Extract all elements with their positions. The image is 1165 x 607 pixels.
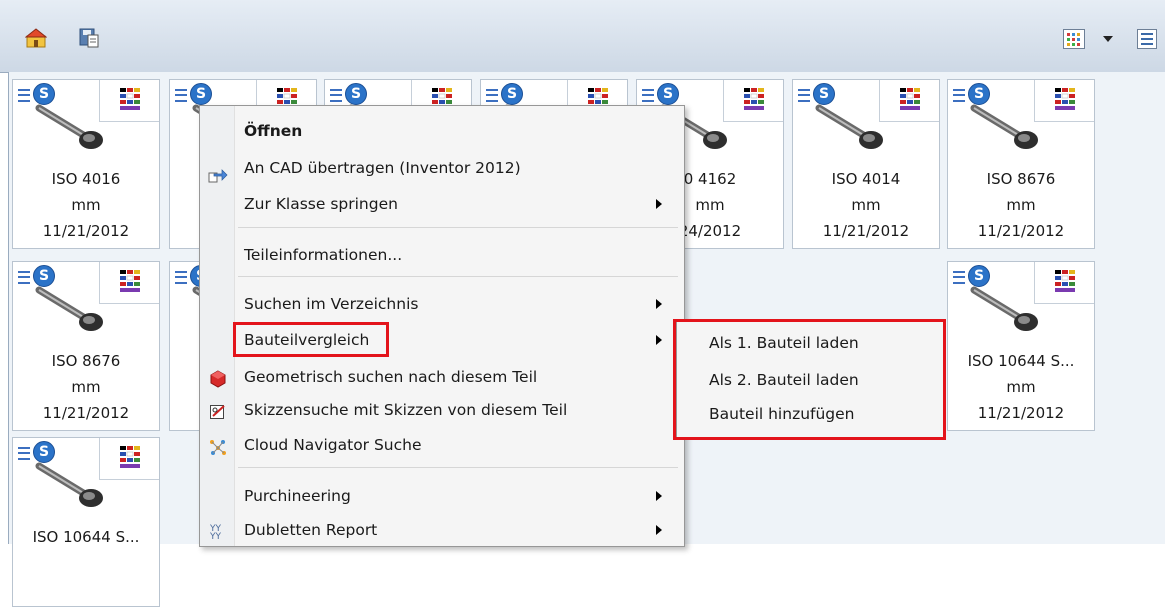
part-thumbnail-icon xyxy=(966,102,1046,152)
menu-item-geo-search[interactable]: Geometrisch suchen nach diesem Teil xyxy=(244,365,537,389)
menu-lines-icon[interactable] xyxy=(486,89,498,102)
tile-name: ISO 10644 S... xyxy=(32,528,140,546)
menu-lines-icon[interactable] xyxy=(175,89,187,102)
menu-lines-icon[interactable] xyxy=(175,271,187,284)
menu-separator xyxy=(238,227,678,228)
tile-header: S xyxy=(948,80,1094,149)
menu-lines-icon[interactable] xyxy=(18,271,30,284)
submenu-arrow-icon xyxy=(656,491,662,501)
part-thumbnail-icon xyxy=(811,102,891,152)
tile-name: ISO 8676 xyxy=(51,352,121,370)
tile-date: 11/21/2012 xyxy=(977,222,1065,240)
menu-lines-icon[interactable] xyxy=(330,89,342,102)
part-tile[interactable]: S ISO 8676 mm 11/21/2012 xyxy=(947,79,1095,249)
part-thumbnail-icon xyxy=(966,284,1046,334)
part-thumbnail-icon xyxy=(31,284,111,334)
toolbar xyxy=(0,0,1165,73)
list-view-icon[interactable] xyxy=(1136,28,1158,50)
compare-highlight-box xyxy=(233,322,389,357)
home-folder-icon[interactable] xyxy=(25,27,47,49)
tile-name: ISO 8676 xyxy=(986,170,1056,188)
context-menu: Öffnen An CAD übertragen (Inventor 2012)… xyxy=(199,105,685,547)
menu-item-transfer-cad[interactable]: An CAD übertragen (Inventor 2012) xyxy=(244,156,521,180)
tile-date: 11/21/2012 xyxy=(977,404,1065,422)
menu-item-cloud-search[interactable]: Cloud Navigator Suche xyxy=(244,433,422,457)
tile-name: ISO 4014 xyxy=(831,170,901,188)
cloud-navigator-icon xyxy=(208,437,228,457)
tile-date: 11/21/2012 xyxy=(42,404,130,422)
menu-lines-icon[interactable] xyxy=(798,89,810,102)
part-tile[interactable]: S ISO 4016 mm 11/21/2012 xyxy=(12,79,160,249)
submenu-arrow-icon xyxy=(656,299,662,309)
menu-lines-icon[interactable] xyxy=(18,447,30,460)
submenu-arrow-icon xyxy=(656,525,662,535)
part-tile[interactable]: S ISO 4014 mm 11/21/2012 xyxy=(792,79,940,249)
part-tile[interactable]: S ISO 10644 S... xyxy=(12,437,160,607)
menu-item-open[interactable]: Öffnen xyxy=(244,119,302,143)
menu-separator xyxy=(238,276,678,277)
duplicates-report-icon: YY YY xyxy=(208,521,228,541)
submenu-arrow-icon xyxy=(656,335,662,345)
tile-name: ISO 10644 S... xyxy=(967,352,1075,370)
tile-header: S xyxy=(13,438,159,507)
tile-unit: mm xyxy=(1006,196,1036,214)
menu-item-jump-class[interactable]: Zur Klasse springen xyxy=(244,192,398,216)
tile-date: 11/21/2012 xyxy=(42,222,130,240)
part-tile[interactable]: S ISO 10644 S... mm 11/21/2012 xyxy=(947,261,1095,431)
part-tile[interactable]: S ISO 8676 mm 11/21/2012 xyxy=(12,261,160,431)
tile-date: 11/21/2012 xyxy=(822,222,910,240)
menu-separator xyxy=(238,467,678,468)
tile-header: S xyxy=(793,80,939,149)
tile-header: S xyxy=(948,262,1094,331)
grid-view-icon[interactable] xyxy=(1063,28,1085,50)
part-thumbnail-icon xyxy=(31,460,111,510)
transfer-cad-icon xyxy=(208,165,228,185)
submenu-arrow-icon xyxy=(656,199,662,209)
tile-name: ISO 4016 xyxy=(51,170,121,188)
tile-unit: mm xyxy=(71,196,101,214)
tile-header: S xyxy=(13,80,159,149)
geometric-search-icon xyxy=(208,369,228,389)
submenu-highlight-box xyxy=(673,319,946,440)
menu-item-sketch-search[interactable]: Skizzensuche mit Skizzen von diesem Teil xyxy=(244,398,567,422)
menu-lines-icon[interactable] xyxy=(642,89,654,102)
menu-item-purchineering[interactable]: Purchineering xyxy=(244,484,351,508)
sketch-search-icon xyxy=(208,402,228,422)
menu-lines-icon[interactable] xyxy=(953,271,965,284)
tile-header: S xyxy=(13,262,159,331)
menu-item-search-dir[interactable]: Suchen im Verzeichnis xyxy=(244,292,418,316)
tile-unit: mm xyxy=(1006,378,1036,396)
menu-lines-icon[interactable] xyxy=(18,89,30,102)
tile-unit: mm xyxy=(851,196,881,214)
menu-item-part-info[interactable]: Teileinformationen... xyxy=(244,243,402,267)
tile-unit: mm xyxy=(71,378,101,396)
dropdown-arrow-icon[interactable] xyxy=(1097,28,1119,50)
menu-lines-icon[interactable] xyxy=(953,89,965,102)
menu-item-duplicates[interactable]: Dubletten Report xyxy=(244,518,377,542)
svg-text:YY: YY xyxy=(209,532,221,540)
part-thumbnail-icon xyxy=(31,102,111,152)
save-layout-icon[interactable] xyxy=(78,27,100,49)
